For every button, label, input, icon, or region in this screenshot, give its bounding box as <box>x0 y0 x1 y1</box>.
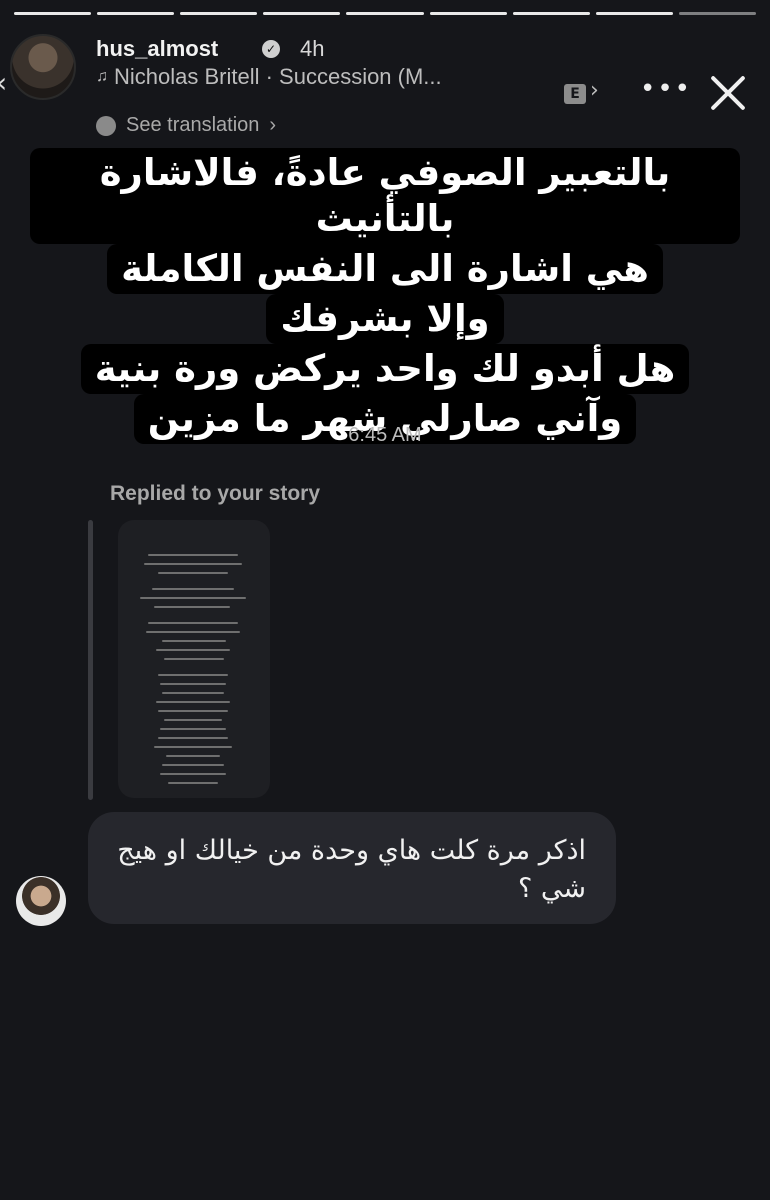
story-progress-bar <box>14 12 756 15</box>
thumbnail-text-line <box>164 719 222 721</box>
progress-segment <box>346 12 424 15</box>
thumbnail-text-line <box>164 658 224 660</box>
story-line: وإلا بشرفك <box>266 294 504 344</box>
thumbnail-text-line <box>158 674 228 676</box>
thumbnail-text-line <box>156 649 230 651</box>
thumbnail-text-line <box>158 572 228 574</box>
progress-segment <box>263 12 341 15</box>
progress-segment <box>429 12 507 15</box>
username[interactable]: hus_almost <box>96 36 218 62</box>
explicit-badge: E <box>564 84 586 104</box>
sender-avatar[interactable] <box>16 876 66 926</box>
progress-segment <box>14 12 92 15</box>
story-line: هي اشارة الى النفس الكاملة <box>107 244 663 294</box>
chevron-right-icon: › <box>590 78 599 103</box>
verified-icon: ✓ <box>262 40 280 58</box>
thumbnail-text-line <box>148 554 238 556</box>
see-translation-link[interactable]: See translation › <box>96 114 276 137</box>
thumbnail-text-line <box>168 782 218 784</box>
thumbnail-text-line <box>160 773 226 775</box>
story-header: ‹ hus_almost ✓ 4h ♫ Nicholas Britell · S… <box>0 30 770 136</box>
story-thumbnail[interactable] <box>118 520 270 798</box>
message-text: اذكر مرة كلت هاي وحدة من خيالك او هيج شي… <box>117 835 586 904</box>
thumbnail-text-line <box>158 710 228 712</box>
thumbnail-text-line <box>148 622 238 624</box>
thumbnail-text-line <box>162 764 224 766</box>
close-icon[interactable] <box>706 70 750 114</box>
message-timestamp: 6:45 AM <box>348 424 422 446</box>
time-ago: 4h <box>300 36 325 61</box>
see-translation-label: See translation <box>126 114 260 136</box>
translate-icon <box>96 115 116 136</box>
reply-indicator-bar <box>88 520 93 800</box>
music-attribution[interactable]: ♫ Nicholas Britell · Succession (M... <box>96 64 442 90</box>
thumbnail-text-line <box>156 701 230 703</box>
progress-segment <box>97 12 175 15</box>
thumbnail-text-line <box>162 692 224 694</box>
story-line: هل أبدو لك واحد يركض ورة بنية <box>80 344 690 394</box>
thumbnail-text-line <box>152 588 234 590</box>
progress-segment <box>678 12 756 15</box>
thumbnail-text-line <box>144 563 242 565</box>
chevron-left-icon[interactable]: ‹ <box>0 66 7 99</box>
thumbnail-text-line <box>160 683 226 685</box>
thumbnail-text-line <box>140 597 246 599</box>
progress-segment <box>512 12 590 15</box>
progress-segment <box>180 12 258 15</box>
progress-segment <box>595 12 673 15</box>
thumbnail-text-line <box>166 755 220 757</box>
chevron-right-icon: › <box>269 114 277 136</box>
replied-to-story-label: Replied to your story <box>110 482 321 505</box>
avatar[interactable] <box>10 34 76 100</box>
thumbnail-text-line <box>154 606 230 608</box>
thumbnail-text-line <box>162 640 226 642</box>
thumbnail-text-line <box>146 631 240 633</box>
music-title: Nicholas Britell · Succession (M... <box>114 64 442 89</box>
story-text-block: بالتعبير الصوفي عادةً، فالاشارة بالتأنيث… <box>30 148 740 444</box>
more-options-icon[interactable]: ••• <box>640 74 692 104</box>
thumbnail-text-line <box>158 737 228 739</box>
story-line: بالتعبير الصوفي عادةً، فالاشارة بالتأنيث <box>30 148 740 244</box>
message-bubble[interactable]: اذكر مرة كلت هاي وحدة من خيالك او هيج شي… <box>88 812 616 924</box>
thumbnail-text-line <box>154 746 232 748</box>
thumbnail-text-line <box>160 728 226 730</box>
music-note-icon: ♫ <box>96 68 108 85</box>
